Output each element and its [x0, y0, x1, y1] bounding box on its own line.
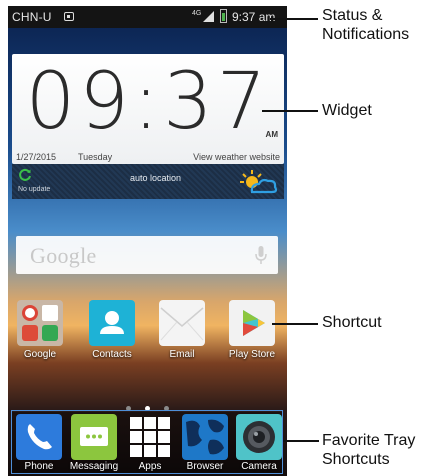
- screenshot-notification-icon: [64, 12, 74, 21]
- callout-line-widget: [262, 110, 318, 112]
- google-search-bar[interactable]: Google: [16, 236, 278, 274]
- microphone-icon[interactable]: [254, 245, 268, 265]
- clock-ampm: AM: [265, 130, 278, 139]
- shortcut-label: Play Store: [228, 349, 276, 360]
- weather-bar[interactable]: No update auto location: [12, 164, 284, 199]
- clock-day: Tuesday: [78, 152, 113, 162]
- network-type-label: 4G: [192, 10, 202, 17]
- shortcut-email[interactable]: Email: [150, 300, 214, 360]
- callout-shortcut: Shortcut: [322, 314, 382, 331]
- callout-widget: Widget: [322, 102, 372, 119]
- carrier-label: CHN-U: [12, 10, 52, 24]
- google-folder-icon: [17, 300, 63, 346]
- location-label: auto location: [130, 173, 182, 183]
- clock-time: 09:37: [25, 57, 271, 147]
- status-time: 9:37 am: [232, 10, 276, 24]
- battery-icon: [220, 9, 227, 23]
- callout-tray: Favorite Tray Shortcuts: [322, 432, 416, 468]
- callout-status: Status & Notifications: [322, 7, 410, 43]
- status-bar[interactable]: CHN-U 4G 9:37 am: [8, 6, 287, 28]
- update-status: No update: [18, 186, 51, 193]
- partly-cloudy-icon: [240, 170, 278, 194]
- signal-strength-icon: [203, 11, 214, 22]
- clock-date: 1/27/2015: [16, 152, 57, 162]
- clock-widget[interactable]: 09:37 AM 1/27/2015 Tuesday View weather …: [12, 54, 284, 164]
- callout-line-tray: [283, 440, 319, 442]
- callout-line-status: [270, 18, 318, 20]
- contacts-icon: [89, 300, 135, 346]
- tray-highlight-outline: [11, 410, 283, 474]
- refresh-icon[interactable]: [18, 168, 32, 182]
- view-weather-link[interactable]: View weather website: [193, 152, 280, 162]
- email-icon: [159, 300, 205, 346]
- phone-screen: CHN-U 4G 9:37 am 09:37 AM 1/27/2015 Tues…: [8, 6, 287, 476]
- google-search-logo: Google: [30, 243, 97, 268]
- page-indicator[interactable]: [8, 398, 287, 411]
- callout-line-shortcut: [272, 323, 318, 325]
- play-store-icon: [229, 300, 275, 346]
- shortcut-label: Email: [169, 349, 195, 360]
- shortcut-play-store[interactable]: Play Store: [220, 300, 284, 360]
- shortcut-label: Contacts: [92, 349, 132, 360]
- shortcut-contacts[interactable]: Contacts: [80, 300, 144, 360]
- shortcut-google[interactable]: Google: [8, 300, 72, 360]
- shortcut-label: Google: [23, 349, 57, 360]
